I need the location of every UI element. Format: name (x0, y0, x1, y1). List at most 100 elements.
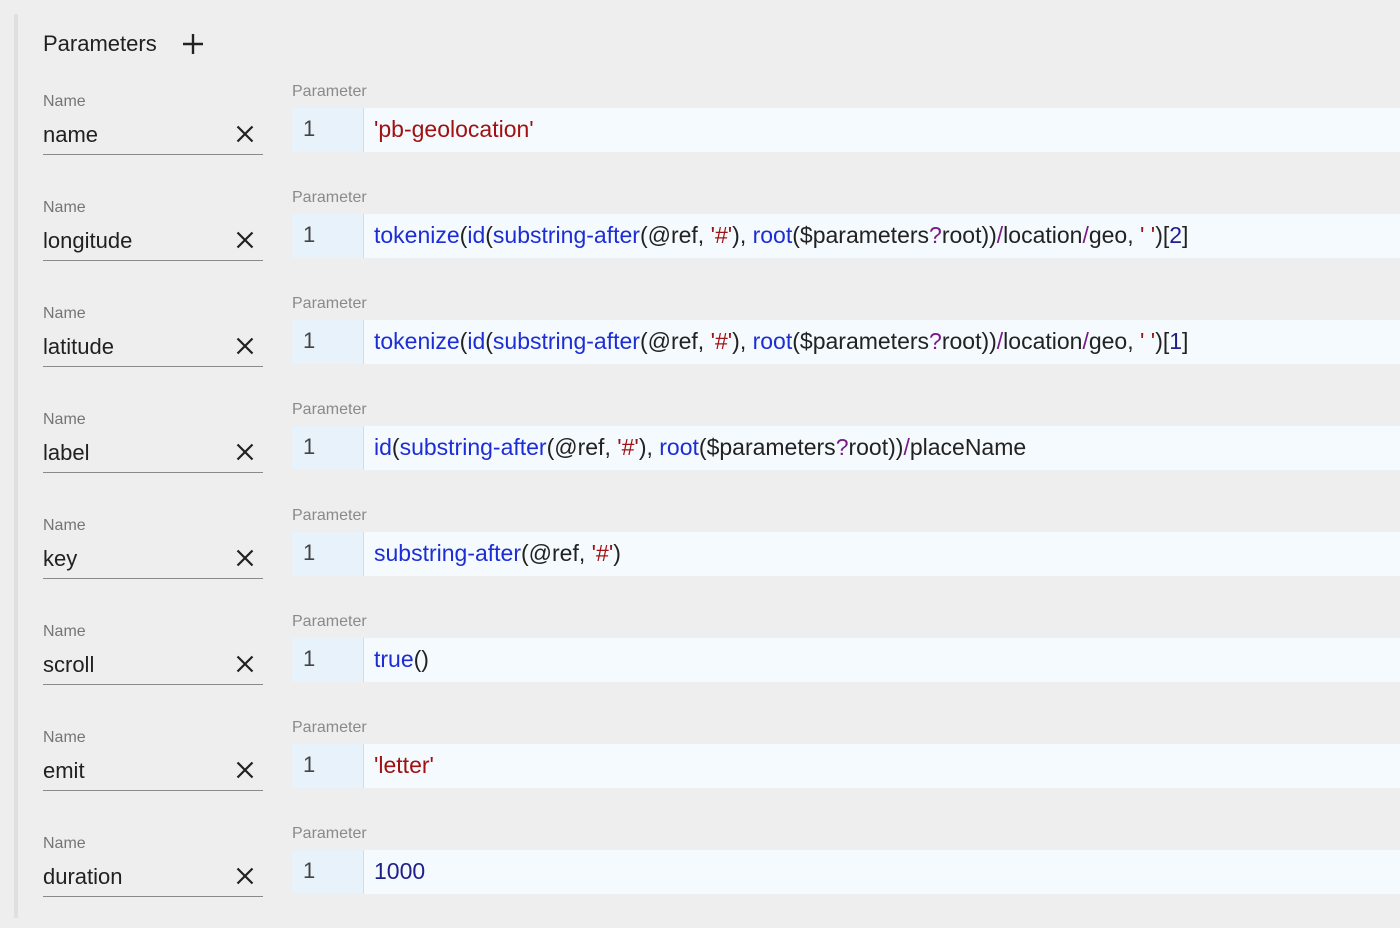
page-title: Parameters (43, 31, 157, 56)
code-token: root)) (941, 222, 997, 248)
code-token: geo, (1088, 328, 1140, 354)
name-input[interactable]: latitude (43, 332, 263, 367)
line-number: 1 (303, 116, 316, 141)
code-line[interactable]: id(substring-after(@ref, '#'), root($par… (364, 426, 1026, 470)
parameters-header: Parameters (43, 26, 207, 62)
name-label: Name (43, 411, 86, 428)
close-icon (236, 867, 254, 885)
code-token: id (374, 434, 392, 460)
clear-button[interactable] (233, 756, 257, 784)
code-token: ? (929, 222, 942, 248)
close-icon (236, 761, 254, 779)
parameter-editor[interactable]: 1 id(substring-after(@ref, '#'), root($p… (292, 426, 1400, 470)
code-line[interactable]: tokenize(id(substring-after(@ref, '#'), … (364, 214, 1188, 258)
name-label: Name (43, 517, 86, 534)
editor-gutter: 1 (292, 214, 364, 258)
code-token: ? (929, 328, 942, 354)
code-token: ] (1182, 328, 1189, 354)
clear-button[interactable] (233, 332, 257, 360)
name-value: label (43, 440, 90, 465)
name-label: Name (43, 199, 86, 216)
parameter-editor[interactable]: 1 tokenize(id(substring-after(@ref, '#')… (292, 214, 1400, 258)
clear-button[interactable] (233, 120, 257, 148)
name-value: scroll (43, 652, 95, 677)
name-input[interactable]: duration (43, 862, 263, 897)
parameter-editor[interactable]: 1 tokenize(id(substring-after(@ref, '#')… (292, 320, 1400, 364)
parameter-label: Parameter (292, 401, 367, 418)
code-token: 1 (1169, 328, 1183, 354)
editor-gutter: 1 (292, 638, 364, 682)
code-token: (@ref, (639, 222, 711, 248)
code-token: ( (485, 328, 493, 354)
line-number: 1 (303, 858, 316, 883)
parameter-label: Parameter (292, 719, 367, 736)
parameter-row-longitude: Name longitude Parameter 1 tokenize(id(s… (0, 186, 1400, 292)
code-token: '#' (710, 222, 733, 248)
line-number: 1 (303, 434, 316, 459)
code-token: ($parameters (698, 434, 836, 460)
code-line[interactable]: 'letter' (364, 744, 434, 788)
parameter-row-emit: Name emit Parameter 1 'letter' (0, 716, 1400, 822)
code-line[interactable]: substring-after(@ref, '#') (364, 532, 621, 576)
name-input[interactable]: emit (43, 756, 263, 791)
parameter-label: Parameter (292, 507, 367, 524)
name-label: Name (43, 93, 86, 110)
code-token: substring-after (492, 328, 640, 354)
clear-button[interactable] (233, 438, 257, 466)
name-input[interactable]: scroll (43, 650, 263, 685)
code-token: tokenize (374, 328, 460, 354)
parameter-row-key: Name key Parameter 1 substring-after(@re… (0, 504, 1400, 610)
name-input[interactable]: key (43, 544, 263, 579)
code-token: id (467, 222, 486, 248)
code-token: substring-after (399, 434, 547, 460)
name-value: key (43, 546, 78, 571)
clear-button[interactable] (233, 226, 257, 254)
clear-button[interactable] (233, 862, 257, 890)
parameter-row-duration: Name duration Parameter 1 1000 (0, 822, 1400, 928)
name-label: Name (43, 835, 86, 852)
code-line[interactable]: 1000 (364, 850, 425, 894)
close-icon (236, 443, 254, 461)
parameter-label: Parameter (292, 295, 367, 312)
name-input[interactable]: longitude (43, 226, 263, 261)
parameter-editor[interactable]: 1 'pb-geolocation' (292, 108, 1400, 152)
code-token: ' ' (1140, 222, 1156, 248)
code-token: ($parameters (792, 328, 930, 354)
code-line[interactable]: true() (364, 638, 429, 682)
parameter-editor[interactable]: 1 substring-after(@ref, '#') (292, 532, 1400, 576)
parameter-editor[interactable]: 1 true() (292, 638, 1400, 682)
code-token: )[ (1155, 222, 1170, 248)
line-number: 1 (303, 328, 316, 353)
code-token: ), (638, 434, 660, 460)
clear-button[interactable] (233, 544, 257, 572)
code-token: substring-after (374, 540, 522, 566)
clear-button[interactable] (233, 650, 257, 678)
parameter-row-label: Name label Parameter 1 id(substring-afte… (0, 398, 1400, 504)
parameter-row-scroll: Name scroll Parameter 1 true() (0, 610, 1400, 716)
code-token: ), (732, 222, 753, 248)
parameter-editor[interactable]: 1 1000 (292, 850, 1400, 894)
parameter-label: Parameter (292, 613, 367, 630)
editor-gutter: 1 (292, 108, 364, 152)
line-number: 1 (303, 540, 316, 565)
code-token: ), (732, 328, 753, 354)
parameter-editor[interactable]: 1 'letter' (292, 744, 1400, 788)
line-number: 1 (303, 222, 316, 247)
code-token: 'letter' (374, 752, 434, 778)
editor-gutter: 1 (292, 426, 364, 470)
name-input[interactable]: name (43, 120, 263, 155)
close-icon (236, 337, 254, 355)
name-input[interactable]: label (43, 438, 263, 473)
name-value: longitude (43, 228, 133, 253)
name-label: Name (43, 305, 86, 322)
add-parameter-button[interactable] (179, 30, 207, 58)
code-token: 1000 (374, 858, 426, 884)
parameter-row-latitude: Name latitude Parameter 1 tokenize(id(su… (0, 292, 1400, 398)
code-token: ' ' (1140, 328, 1156, 354)
plus-icon (182, 34, 203, 54)
name-value: duration (43, 864, 123, 889)
code-token: '#' (617, 434, 639, 460)
code-line[interactable]: 'pb-geolocation' (364, 108, 534, 152)
code-line[interactable]: tokenize(id(substring-after(@ref, '#'), … (364, 320, 1188, 364)
editor-gutter: 1 (292, 532, 364, 576)
